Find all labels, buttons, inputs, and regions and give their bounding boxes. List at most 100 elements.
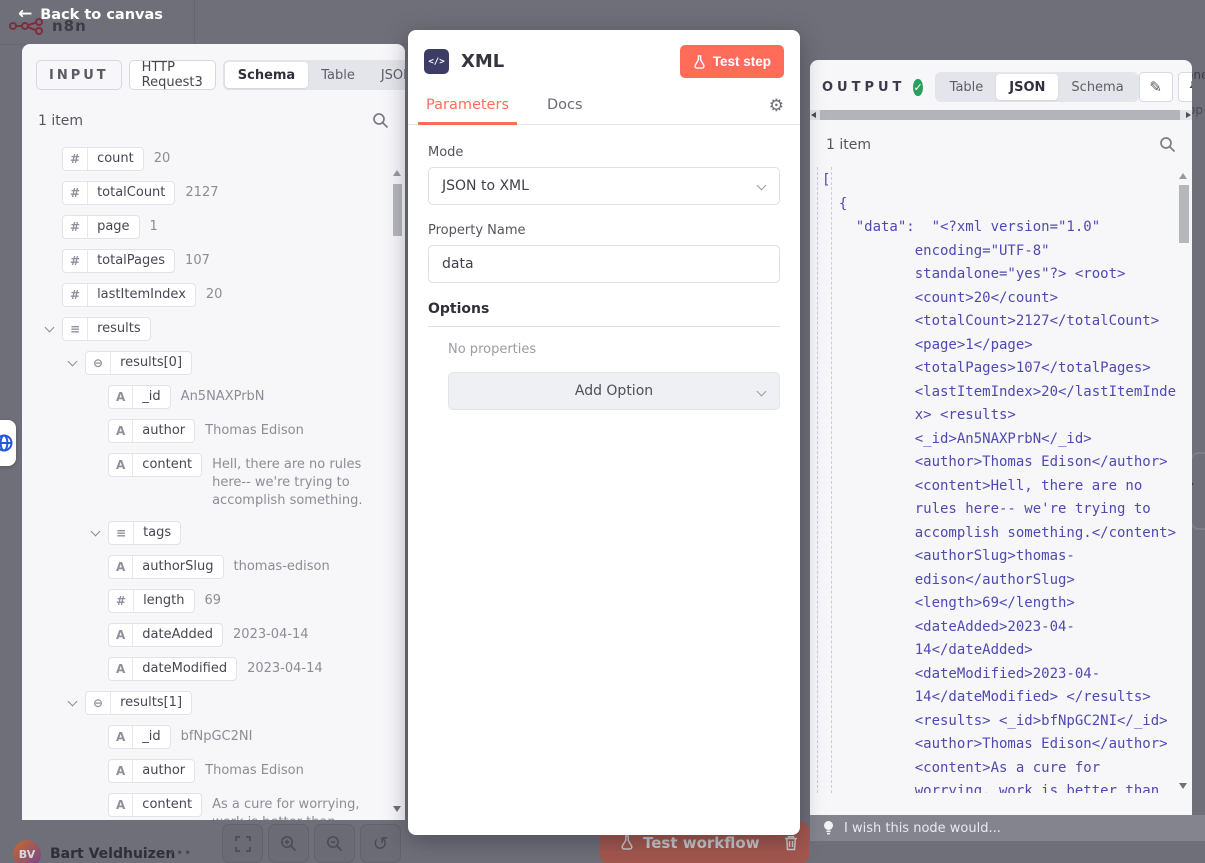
field-name: length [134,590,193,612]
output-json-view[interactable]: [ { "data": "<?xml version="1.0" encodin… [810,167,1192,793]
test-step-button[interactable]: Test step [680,45,784,78]
scroll-down-arrow[interactable] [393,806,401,812]
property-name-input[interactable]: data [428,245,780,283]
field-pill[interactable]: A_id [108,385,171,409]
schema-row[interactable]: ⊖results[0] [22,351,395,375]
user-more-button[interactable]: ••• [168,846,192,860]
reset-zoom-button[interactable]: ↺ [360,824,401,863]
field-pill[interactable]: Acontent [108,793,202,817]
chevron-down-icon[interactable] [82,521,108,535]
add-option-button[interactable]: Add Option [448,372,780,410]
schema-row[interactable]: #count20 [22,147,395,171]
output-label: OUTPUT [822,80,905,95]
field-pill[interactable]: #totalPages [62,249,175,273]
back-to-canvas-button[interactable]: ← Back to canvas [18,6,163,23]
schema-row[interactable]: ≡results [22,317,395,341]
field-pill[interactable]: #totalCount [62,181,175,205]
scroll-up-arrow[interactable] [1179,173,1187,179]
schema-row[interactable]: A_idAn5NAXPrbN [22,385,395,409]
output-view-tabs: TableJSONSchema [935,72,1139,102]
zoom-out-button[interactable] [314,824,355,863]
mode-select[interactable]: JSON to XML [428,167,780,205]
field-pill[interactable]: AdateModified [108,657,237,681]
schema-row[interactable]: A_idbfNpGC2NI [22,725,395,749]
chevron-down-icon [82,793,108,800]
chevron-down-icon [82,385,108,392]
schema-row[interactable]: AdateModified2023-04-14 [22,657,395,681]
schema-row[interactable]: AauthorSlug thomas-edison [22,555,395,579]
text-icon: A [109,420,133,442]
schema-row[interactable]: #length69 [22,589,395,613]
indent-guide [817,167,818,793]
node-feedback-bar[interactable]: I wish this node would... [810,815,1205,841]
field-pill[interactable]: #count [62,147,144,171]
input-tab-json[interactable]: JSON [368,62,405,88]
scroll-down-arrow[interactable] [1179,783,1187,789]
field-value: Hell, there are no rules here-- we're tr… [212,453,395,511]
output-tab-schema[interactable]: Schema [1058,74,1136,100]
field-pill[interactable]: Aauthor [108,419,195,443]
field-pill[interactable]: #page [62,215,140,239]
field-name: _id [133,386,169,408]
scroll-right-arrow[interactable] [1186,112,1191,118]
input-tab-table[interactable]: Table [308,62,368,88]
schema-row[interactable]: AdateAdded2023-04-14 [22,623,395,647]
globe-icon [0,433,14,453]
indent-guide [831,167,832,793]
field-pill[interactable]: AdateAdded [108,623,223,647]
modal-tab-docs[interactable]: Docs [545,88,585,124]
field-pill[interactable]: A_id [108,725,171,749]
schema-row[interactable]: AauthorThomas Edison [22,419,395,443]
pin-data-button[interactable] [1178,72,1192,102]
help-bubble-button[interactable] [0,420,16,466]
chevron-down-icon [82,725,108,732]
schema-row[interactable]: AcontentAs a cure for worrying, work is … [22,793,395,820]
avatar[interactable]: BV [13,840,41,863]
schema-row[interactable]: #lastItemIndex20 [22,283,395,307]
field-value: thomas-edison [234,555,356,576]
field-pill[interactable]: AauthorSlug [108,555,224,579]
output-tab-json[interactable]: JSON [996,74,1058,100]
field-pill[interactable]: ≡tags [108,521,181,545]
output-tab-table[interactable]: Table [937,74,997,100]
gear-icon[interactable]: ⚙ [769,98,784,115]
schema-row[interactable]: ⊖results[1] [22,691,395,715]
chevron-down-icon [82,555,108,562]
field-name: results [88,318,150,340]
field-pill[interactable]: #lastItemIndex [62,283,196,307]
schema-row[interactable]: #totalPages 107 [22,249,395,273]
schema-row[interactable]: Acontent Hell, there are no rules here-- … [22,453,395,511]
modal-tabs: Parameters Docs ⚙ [408,88,800,125]
chevron-down-icon[interactable] [36,317,62,331]
search-icon[interactable] [372,112,389,129]
scroll-up-arrow[interactable] [393,170,401,176]
output-scrollbar[interactable] [1179,185,1189,243]
chevron-down-icon [757,181,767,191]
output-horizontal-scrollbar[interactable] [810,110,1192,120]
chevron-down-icon [82,623,108,630]
object-icon: ⊖ [86,692,111,714]
schema-row[interactable]: AauthorThomas Edison [22,759,395,783]
schema-row[interactable]: #page1 [22,215,395,239]
schema-row[interactable]: ≡tags [22,521,395,545]
input-source-button[interactable]: HTTP Request3 [129,60,216,90]
search-icon[interactable] [1159,136,1176,153]
field-pill[interactable]: Aauthor [108,759,195,783]
field-name: _id [133,726,169,748]
field-pill[interactable]: #length [108,589,195,613]
input-scrollbar[interactable] [393,184,402,236]
zoom-in-button[interactable] [268,824,309,863]
chevron-down-icon[interactable] [59,351,85,365]
field-pill[interactable]: Acontent [108,453,202,477]
chevron-down-icon[interactable] [59,691,85,705]
field-pill[interactable]: ⊖results[0] [85,351,192,375]
field-value: 107 [185,249,236,270]
modal-tab-parameters[interactable]: Parameters [424,88,511,124]
edit-output-button[interactable]: ✎ [1139,72,1173,102]
field-pill[interactable]: ≡results [62,317,151,341]
field-pill[interactable]: ⊖results[1] [85,691,192,715]
schema-row[interactable]: #totalCount2127 [22,181,395,205]
scroll-left-arrow[interactable] [811,112,816,118]
zoom-to-fit-button[interactable] [222,824,263,863]
input-tab-schema[interactable]: Schema [225,62,308,88]
